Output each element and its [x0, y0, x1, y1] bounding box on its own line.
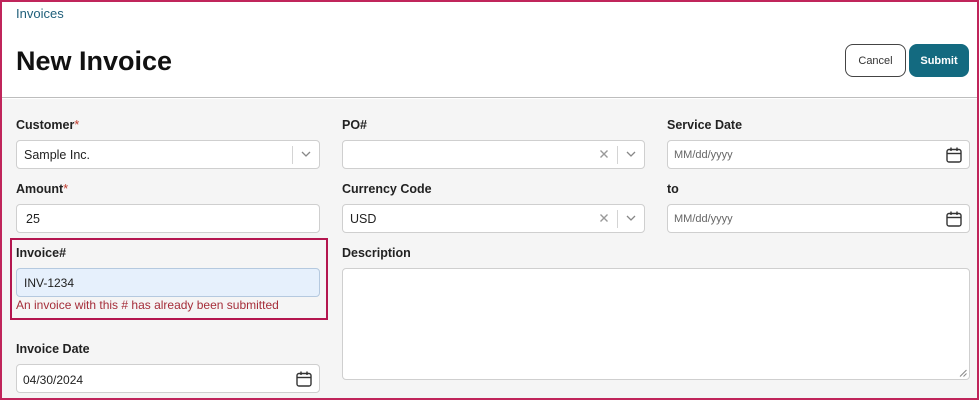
invoice-number-value: INV-1234	[24, 276, 75, 290]
customer-select[interactable]: Sample Inc.	[16, 140, 320, 169]
page-header: Invoices New Invoice Cancel Submit	[2, 2, 977, 98]
description-textarea[interactable]	[342, 268, 970, 380]
clear-icon[interactable]	[598, 148, 610, 160]
required-mark: *	[74, 118, 80, 132]
amount-input[interactable]: 25	[16, 204, 320, 233]
amount-label: Amount*	[16, 182, 68, 196]
invoice-number-label: Invoice#	[16, 246, 67, 260]
service-date-input[interactable]: MM/dd/yyyy	[667, 140, 970, 169]
cancel-button[interactable]: Cancel	[845, 44, 906, 77]
amount-input-value: 25	[26, 212, 40, 226]
select-separator	[292, 146, 293, 164]
select-separator	[617, 210, 618, 228]
to-date-input[interactable]: MM/dd/yyyy	[667, 204, 970, 233]
page-title: New Invoice	[16, 46, 173, 76]
clear-icon[interactable]	[598, 212, 610, 224]
select-separator	[617, 146, 618, 164]
chevron-down-icon[interactable]	[300, 148, 312, 160]
amount-label-text: Amount	[16, 182, 64, 196]
invoice-date-input[interactable]: 04/30/2024	[16, 364, 320, 393]
customer-label-text: Customer	[16, 118, 75, 132]
invoice-number-input[interactable]: INV-1234	[16, 268, 320, 297]
invoice-date-label: Invoice Date	[16, 342, 90, 356]
app-frame: Invoices New Invoice Cancel Submit Custo…	[0, 0, 979, 400]
service-date-placeholder: MM/dd/yyyy	[674, 149, 733, 161]
to-date-placeholder: MM/dd/yyyy	[674, 213, 733, 225]
required-mark: *	[63, 182, 69, 196]
invoice-date-value: 04/30/2024	[23, 373, 84, 387]
currency-code-label: Currency Code	[342, 182, 432, 196]
breadcrumb-invoices[interactable]: Invoices	[16, 6, 64, 21]
customer-select-value: Sample Inc.	[24, 148, 91, 162]
to-date-label: to	[667, 182, 679, 196]
submit-button[interactable]: Submit	[909, 44, 969, 77]
currency-code-value: USD	[350, 212, 377, 226]
chevron-down-icon[interactable]	[625, 148, 637, 160]
description-label: Description	[342, 246, 411, 260]
calendar-icon[interactable]	[945, 210, 963, 228]
calendar-icon[interactable]	[945, 146, 963, 164]
invoice-number-error: An invoice with this # has already been …	[16, 298, 279, 312]
po-select[interactable]	[342, 140, 645, 169]
customer-label: Customer*	[16, 118, 79, 132]
currency-code-select[interactable]: USD	[342, 204, 645, 233]
chevron-down-icon[interactable]	[625, 212, 637, 224]
service-date-label: Service Date	[667, 118, 743, 132]
resize-handle-icon[interactable]	[959, 369, 967, 377]
po-label: PO#	[342, 118, 368, 132]
calendar-icon[interactable]	[295, 370, 313, 388]
